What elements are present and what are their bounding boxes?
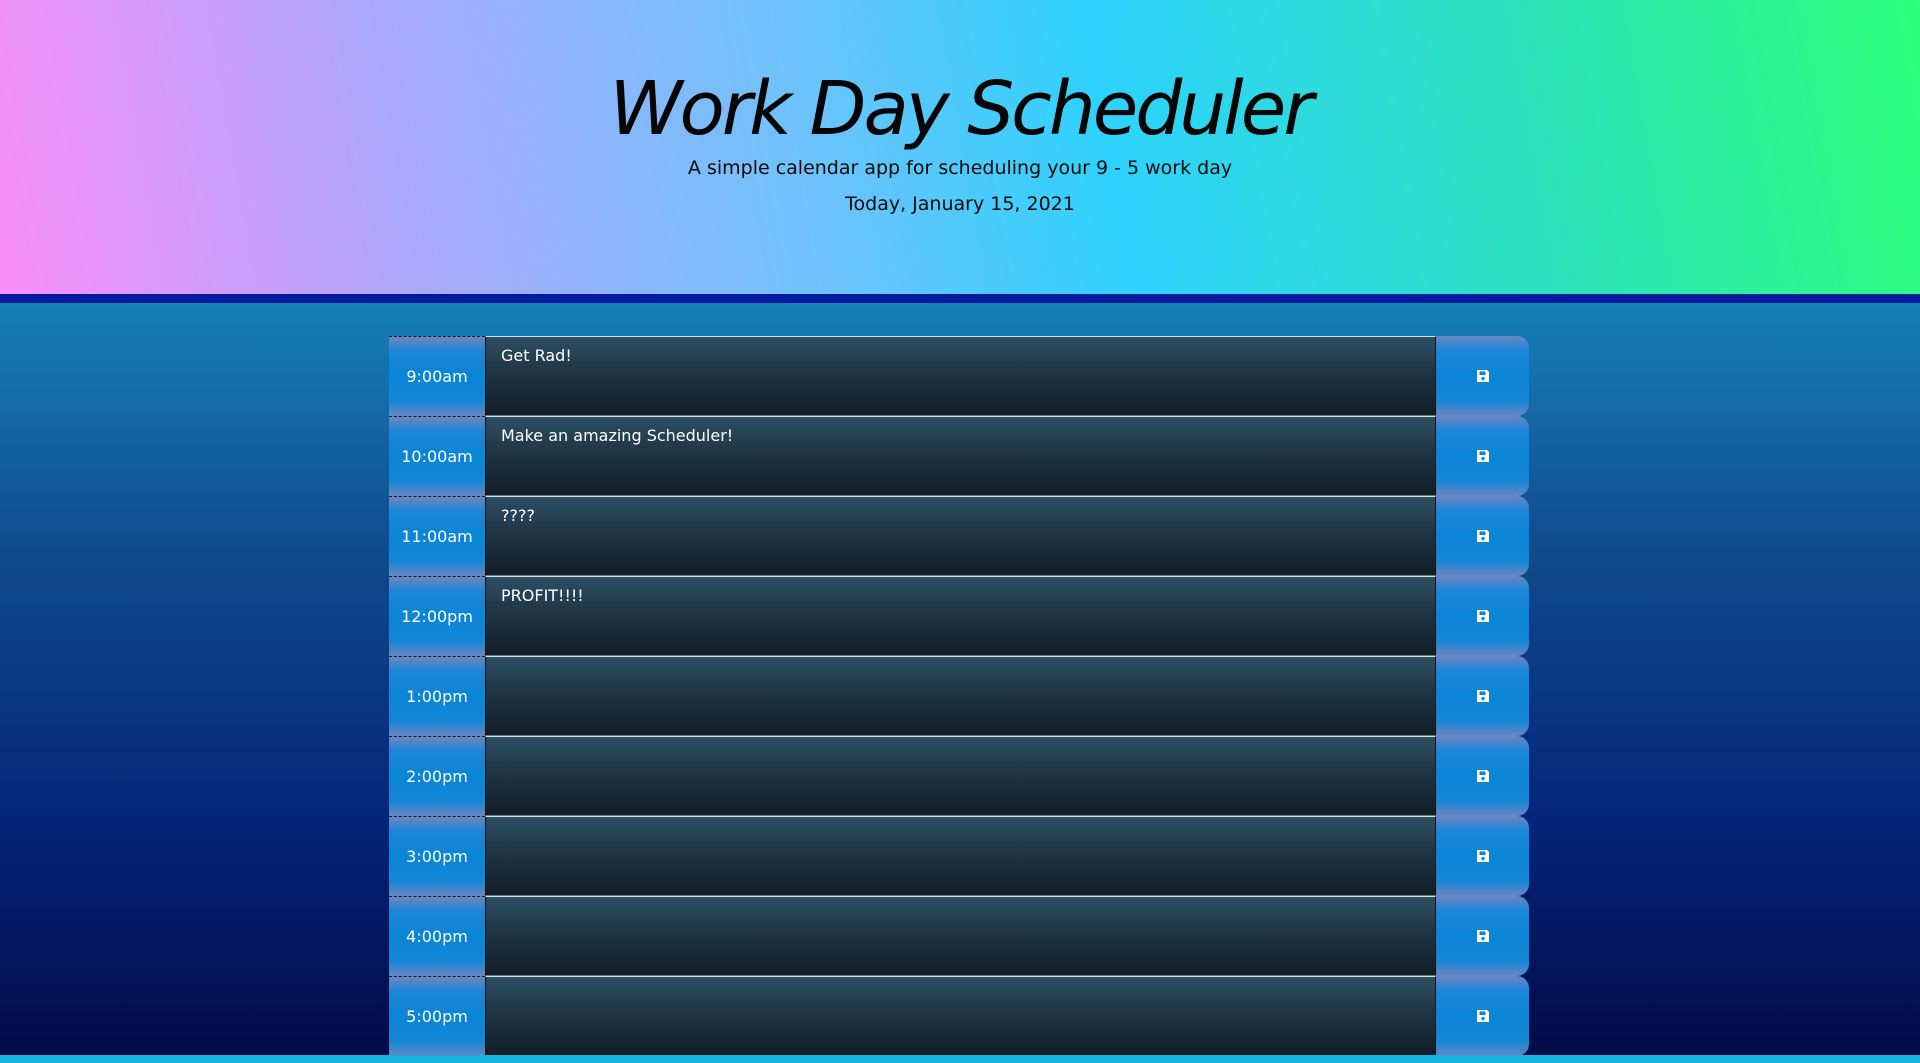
save-button[interactable] [1436,576,1529,656]
save-button[interactable] [1436,896,1529,976]
event-input[interactable]: Get Rad! [485,336,1436,416]
time-block: 12:00pm PROFIT!!!! [389,576,1529,656]
time-block: 5:00pm [389,976,1529,1056]
event-input[interactable]: ???? [485,496,1436,576]
event-input[interactable] [485,816,1436,896]
save-button[interactable] [1436,416,1529,496]
save-button[interactable] [1436,976,1529,1056]
time-block: 4:00pm [389,896,1529,976]
floppy-disk-icon [1476,449,1490,463]
floppy-disk-icon [1476,529,1490,543]
save-button[interactable] [1436,656,1529,736]
event-input[interactable]: PROFIT!!!! [485,576,1436,656]
hour-label: 11:00am [389,496,485,576]
save-button[interactable] [1436,736,1529,816]
floppy-disk-icon [1476,769,1490,783]
event-input[interactable] [485,896,1436,976]
footer-strip [0,1055,1920,1063]
time-block: 9:00am Get Rad! [389,336,1529,416]
time-block: 2:00pm [389,736,1529,816]
hour-label: 10:00am [389,416,485,496]
time-block: 1:00pm [389,656,1529,736]
floppy-disk-icon [1476,609,1490,623]
hour-label: 12:00pm [389,576,485,656]
event-input[interactable] [485,976,1436,1056]
floppy-disk-icon [1476,929,1490,943]
page-title: Work Day Scheduler [609,66,1313,152]
floppy-disk-icon [1476,1009,1490,1023]
schedule: 9:00am Get Rad! 10:00am Make an amazing … [389,336,1529,1056]
hour-label: 2:00pm [389,736,485,816]
hour-label: 4:00pm [389,896,485,976]
save-button[interactable] [1436,336,1529,416]
current-date: Today, January 15, 2021 [845,193,1075,215]
time-block: 10:00am Make an amazing Scheduler! [389,416,1529,496]
page-subtitle: A simple calendar app for scheduling you… [687,157,1233,179]
time-block: 3:00pm [389,816,1529,896]
save-button[interactable] [1436,816,1529,896]
save-button[interactable] [1436,496,1529,576]
hour-label: 5:00pm [389,976,485,1056]
header: Work Day Scheduler A simple calendar app… [0,0,1920,294]
event-input[interactable]: Make an amazing Scheduler! [485,416,1436,496]
floppy-disk-icon [1476,369,1490,383]
event-input[interactable] [485,656,1436,736]
event-input[interactable] [485,736,1436,816]
header-divider [0,294,1920,303]
floppy-disk-icon [1476,849,1490,863]
hour-label: 9:00am [389,336,485,416]
time-block: 11:00am ???? [389,496,1529,576]
floppy-disk-icon [1476,689,1490,703]
hour-label: 1:00pm [389,656,485,736]
hour-label: 3:00pm [389,816,485,896]
